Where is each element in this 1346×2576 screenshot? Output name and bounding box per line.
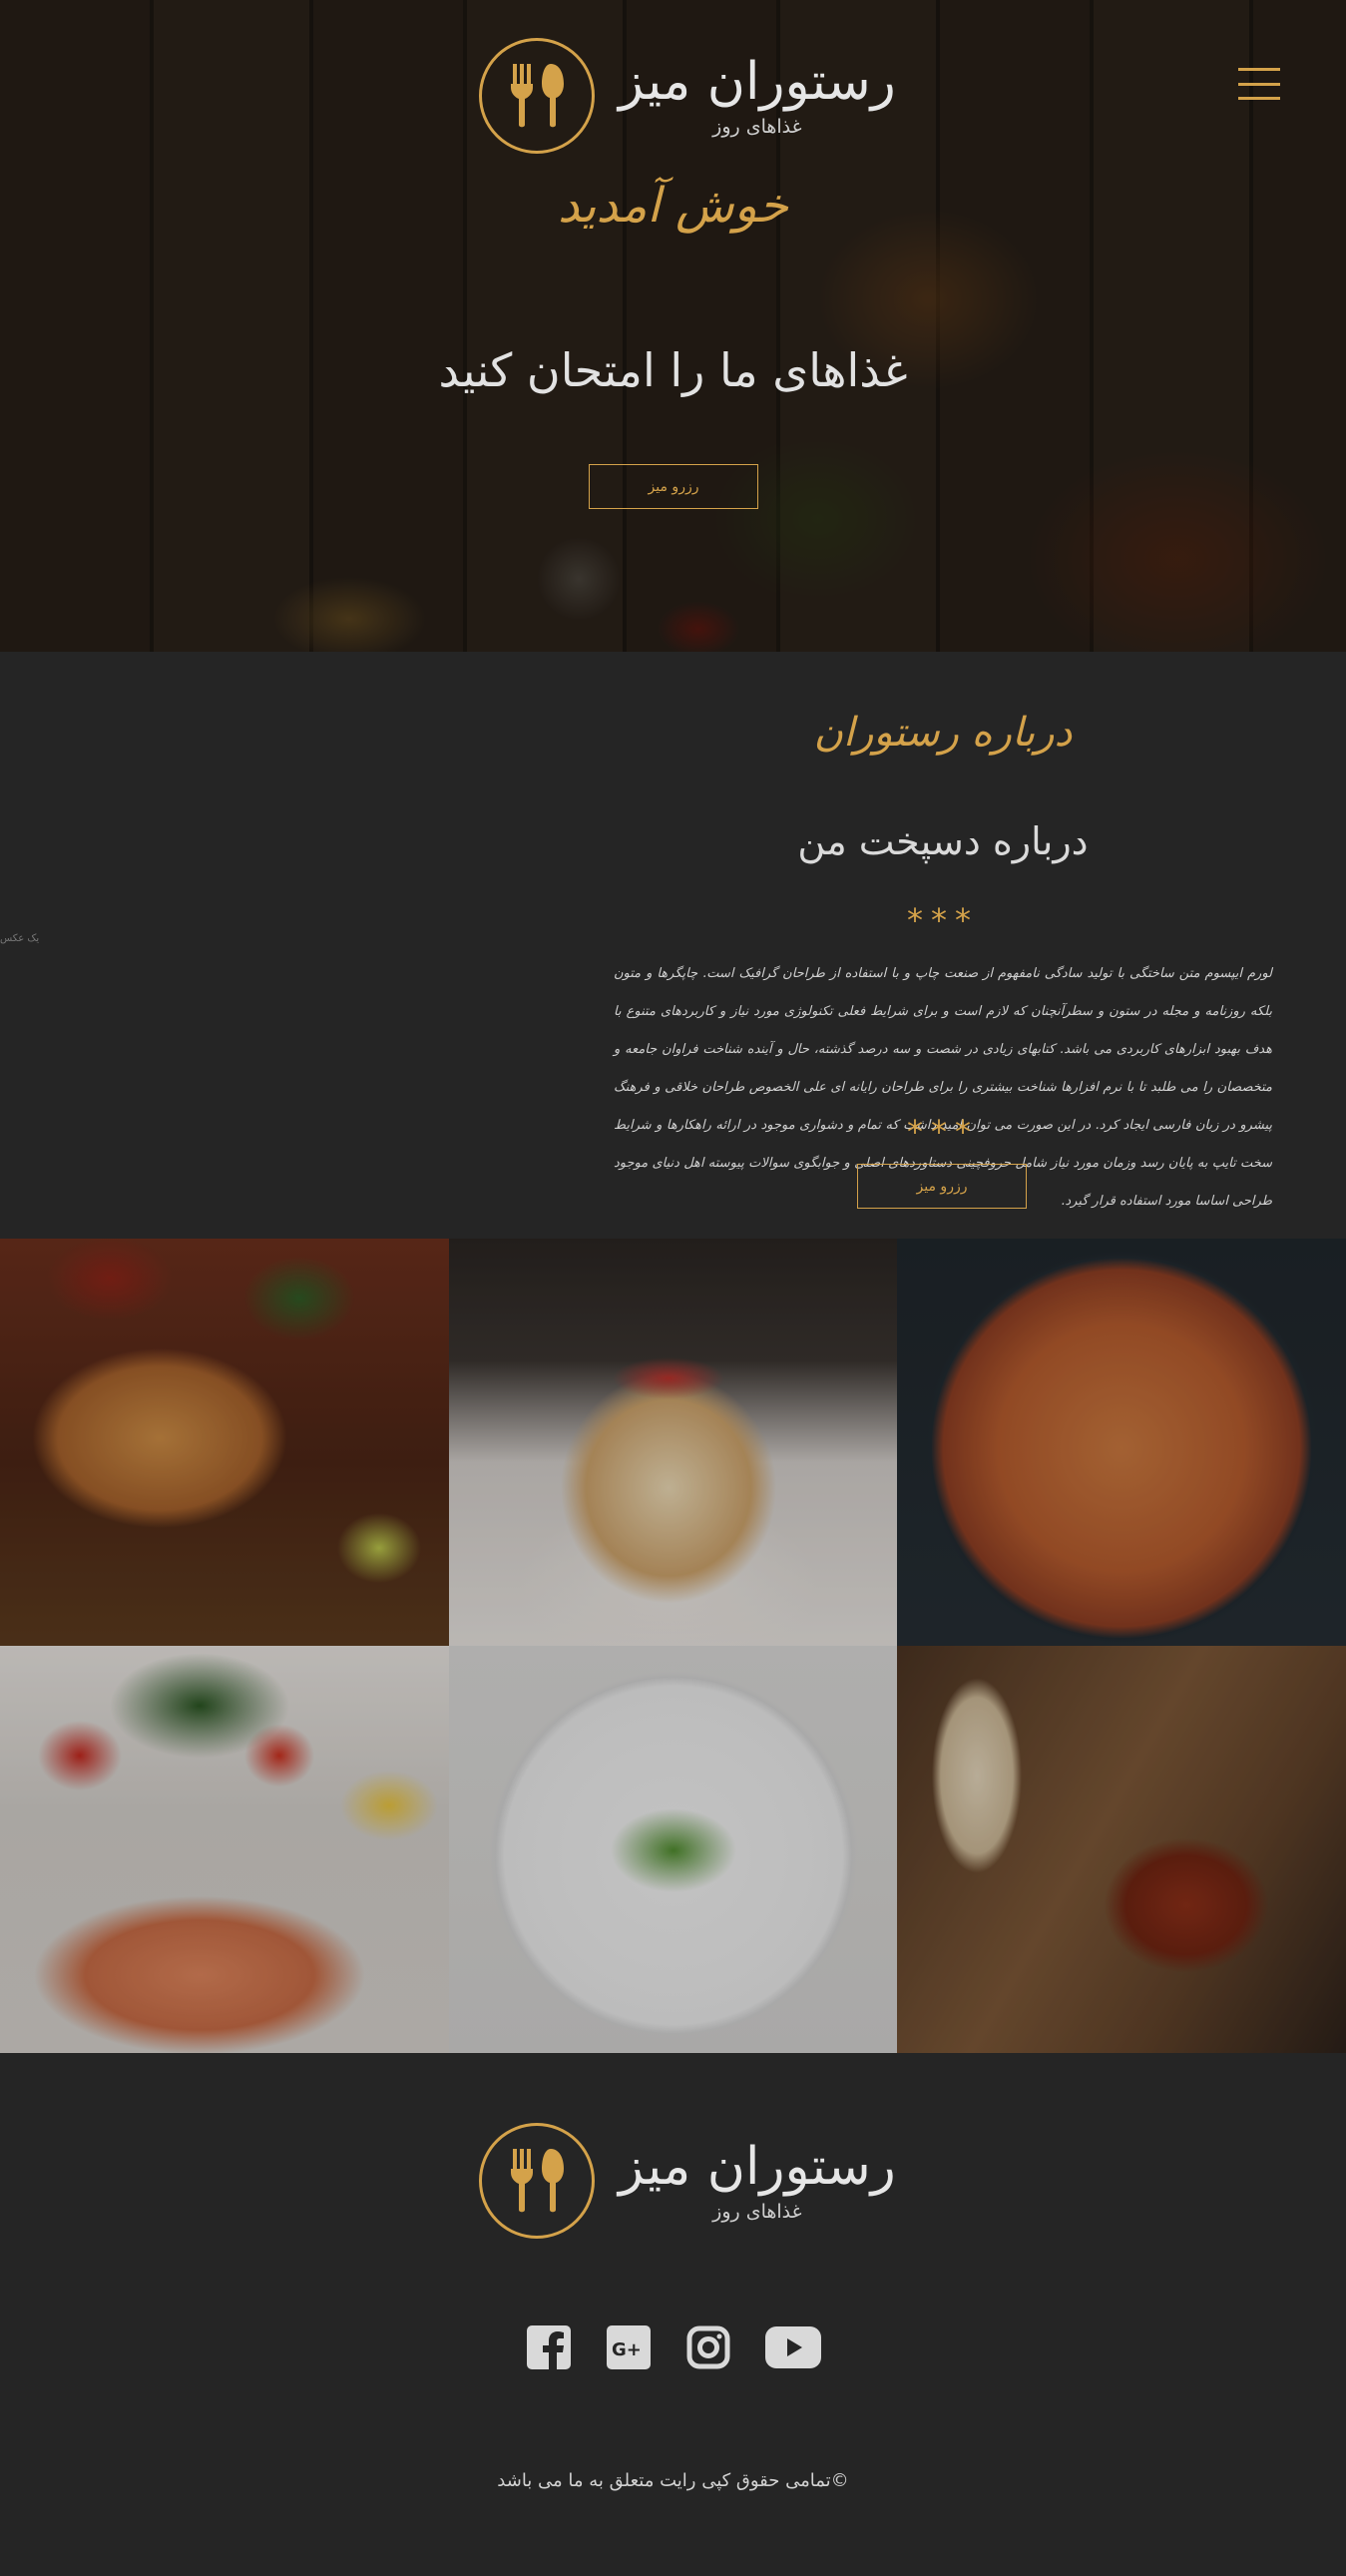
gallery-image-grilled-fish[interactable]	[897, 1646, 1346, 2053]
header-logo[interactable]: رستوران میز غذاهای روز	[479, 38, 896, 154]
food-gallery	[0, 1239, 1346, 2053]
google-plus-icon[interactable]: G+	[606, 2324, 652, 2370]
stars-divider: ***	[907, 901, 979, 939]
about-section: یک عکس درباره رستوران درباره دسپخت من **…	[0, 652, 1346, 1239]
youtube-icon[interactable]	[764, 2324, 821, 2370]
menu-line	[1238, 82, 1280, 86]
instagram-icon[interactable]	[685, 2324, 731, 2370]
facebook-icon[interactable]	[526, 2324, 572, 2370]
about-subtitle: درباره رستوران	[813, 710, 1073, 756]
stars-divider: ***	[907, 1113, 979, 1151]
hamburger-menu-icon[interactable]	[1238, 68, 1280, 100]
brand-name: رستوران میز	[619, 2137, 896, 2198]
gallery-image-avocado-toast[interactable]	[449, 1646, 897, 2053]
social-links: G+	[0, 2324, 1346, 2370]
fork-spoon-icon	[479, 2123, 595, 2239]
copyright-text: ©تمامی حقوق کپی رایت متعلق به ما می باشد	[497, 2470, 849, 2491]
hero-section: رستوران میز غذاهای روز خوش آمدید غذاهای …	[0, 0, 1346, 652]
gallery-image-pizza[interactable]	[897, 1239, 1346, 1646]
brand-tagline: غذاهای روز	[712, 2200, 802, 2223]
hero-title: غذاهای ما را امتحان کنید	[438, 343, 908, 397]
svg-text:G+: G+	[612, 2339, 642, 2360]
reserve-table-button[interactable]: رزرو میز	[857, 1164, 1027, 1209]
gallery-image-pancakes[interactable]	[449, 1239, 897, 1646]
about-title: درباره دسپخت من	[797, 819, 1089, 863]
fork-spoon-icon	[479, 38, 595, 154]
logo-text: رستوران میز غذاهای روز	[619, 2137, 896, 2223]
welcome-heading: خوش آمدید	[557, 178, 789, 234]
gallery-image-burrito[interactable]	[0, 1239, 449, 1646]
brand-tagline: غذاهای روز	[712, 115, 802, 138]
side-note: یک عکس	[0, 933, 40, 944]
footer-logo[interactable]: رستوران میز غذاهای روز	[479, 2123, 896, 2239]
menu-line	[1238, 97, 1280, 100]
menu-line	[1238, 68, 1280, 71]
footer: رستوران میز غذاهای روز G+ ©تمامی حقوق کپ…	[0, 2053, 1346, 2575]
reserve-table-button[interactable]: رزرو میز	[589, 464, 758, 509]
brand-name: رستوران میز	[619, 52, 896, 113]
logo-text: رستوران میز غذاهای روز	[619, 52, 896, 138]
gallery-image-salmon-salad[interactable]	[0, 1646, 449, 2053]
